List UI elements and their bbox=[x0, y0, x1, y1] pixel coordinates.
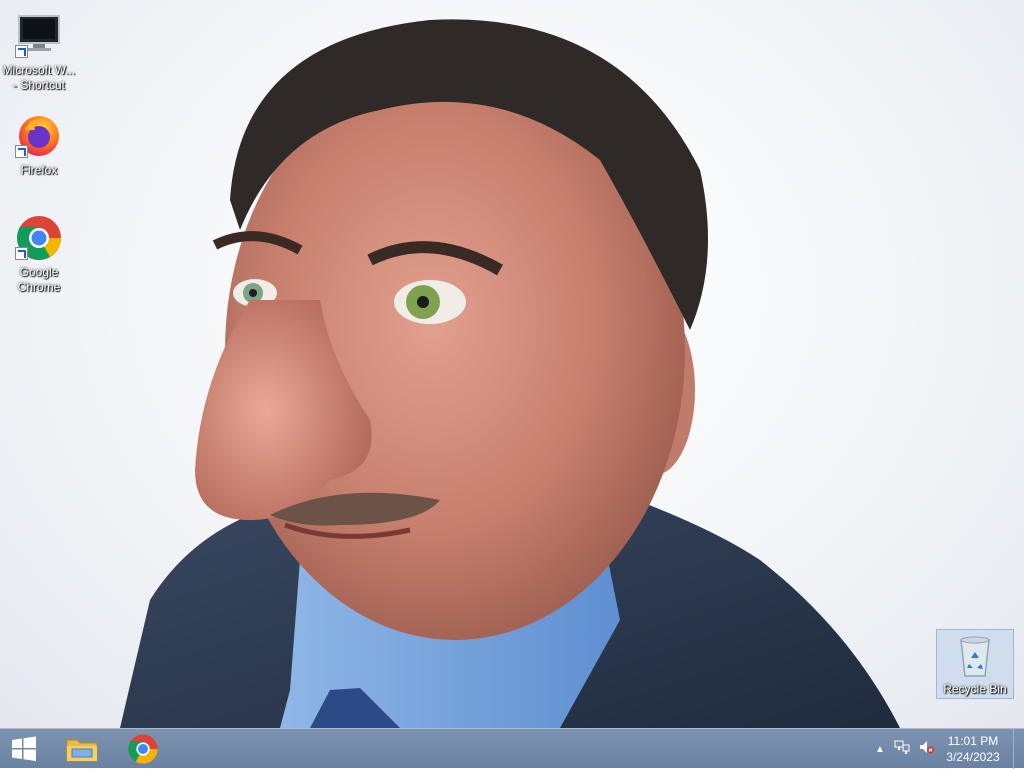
desktop-icon-label: Recycle Bin bbox=[943, 682, 1007, 696]
taskbar-clock[interactable]: 11:01 PM 3/24/2023 bbox=[940, 733, 1006, 765]
desktop: Microsoft W... - Shortcut Firefox Google… bbox=[0, 0, 1024, 728]
shortcut-arrow-icon bbox=[15, 247, 28, 260]
windows-logo-icon bbox=[12, 736, 36, 761]
taskbar-google-chrome[interactable] bbox=[118, 729, 168, 769]
taskbar-file-explorer[interactable] bbox=[58, 729, 106, 769]
start-button[interactable] bbox=[0, 729, 48, 769]
recycle-bin-icon bbox=[955, 634, 995, 678]
clock-date: 3/24/2023 bbox=[946, 750, 1000, 764]
wallpaper bbox=[120, 19, 900, 728]
show-desktop-button[interactable] bbox=[1013, 729, 1024, 769]
shortcut-arrow-icon bbox=[15, 45, 28, 58]
desktop-icon-google-chrome[interactable]: Google Chrome bbox=[1, 214, 77, 295]
desktop-icon-label: Google Chrome bbox=[17, 265, 61, 294]
monitor-icon bbox=[15, 12, 63, 60]
desktop-icon-label: Microsoft W... - Shortcut bbox=[2, 63, 76, 92]
chrome-icon bbox=[128, 734, 158, 764]
taskbar: ▲ 11:01 PM 3/24/2023 bbox=[0, 728, 1024, 769]
desktop-icon-firefox[interactable]: Firefox bbox=[1, 112, 77, 178]
network-icon[interactable] bbox=[890, 739, 914, 760]
desktop-icon-microsoft-word-shortcut[interactable]: Microsoft W... - Shortcut bbox=[1, 12, 77, 93]
desktop-icon-label: Firefox bbox=[20, 163, 58, 177]
chevron-up-icon[interactable]: ▲ bbox=[870, 744, 890, 755]
desktop-icon-recycle-bin[interactable]: Recycle Bin bbox=[936, 629, 1014, 699]
system-tray: ▲ bbox=[870, 729, 938, 769]
volume-muted-icon[interactable] bbox=[914, 739, 938, 760]
shortcut-arrow-icon bbox=[15, 145, 28, 158]
chrome-icon bbox=[15, 214, 63, 262]
firefox-icon bbox=[15, 112, 63, 160]
folder-icon bbox=[66, 739, 98, 762]
clock-time: 11:01 PM bbox=[947, 734, 999, 748]
